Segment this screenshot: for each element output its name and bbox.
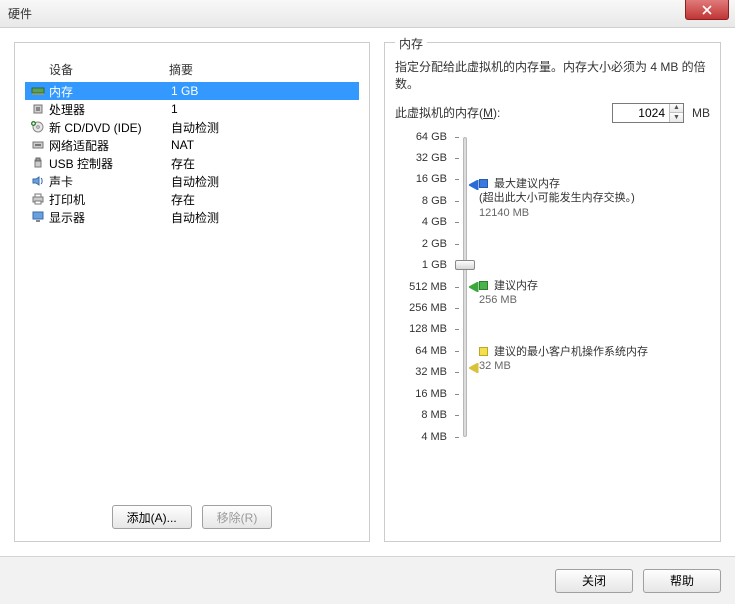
device-row[interactable]: 声卡自动检测 (25, 172, 359, 190)
slider-tick: 512 MB (409, 281, 451, 293)
legend-min: 建议的最小客户机操作系统内存32 MB (479, 345, 648, 375)
sound-icon (29, 173, 47, 189)
device-summary: 自动检测 (171, 209, 219, 226)
help-button[interactable]: 帮助 (643, 569, 721, 593)
slider-marker-max (469, 180, 479, 190)
slider-tick: 2 GB (422, 238, 451, 250)
window-title: 硬件 (8, 5, 32, 22)
device-row[interactable]: 内存1 GB (25, 82, 359, 100)
slider-thumb[interactable] (455, 260, 475, 270)
header-summary: 摘要 (169, 61, 193, 78)
device-name: 显示器 (47, 209, 171, 226)
legend-rec: 建议内存256 MB (479, 279, 538, 309)
device-summary: 1 (171, 102, 178, 116)
slider-tick: 32 GB (416, 152, 451, 164)
device-row[interactable]: 新 CD/DVD (IDE)自动检测 (25, 118, 359, 136)
device-name: 打印机 (47, 191, 171, 208)
slider-tick: 8 MB (421, 409, 451, 421)
memory-slider[interactable] (451, 137, 479, 437)
memory-panel: 内存 指定分配给此虚拟机的内存量。内存大小必须为 4 MB 的倍数。 此虚拟机的… (384, 42, 721, 542)
add-button[interactable]: 添加(A)... (112, 505, 192, 529)
device-summary: 存在 (171, 191, 195, 208)
slider-ticks: 64 GB32 GB16 GB8 GB4 GB2 GB1 GB512 MB256… (395, 137, 451, 437)
slider-tick: 8 GB (422, 195, 451, 207)
usb-icon (29, 155, 47, 171)
memory-spinner[interactable]: ▲ ▼ (612, 103, 684, 123)
device-row[interactable]: 显示器自动检测 (25, 208, 359, 226)
memory-input[interactable] (613, 104, 669, 122)
display-icon (29, 209, 47, 225)
printer-icon (29, 191, 47, 207)
legend-max: 最大建议内存(超出此大小可能发生内存交换。)12140 MB (479, 177, 635, 222)
device-summary: 1 GB (171, 84, 198, 98)
memory-panel-title: 内存 (395, 35, 427, 52)
slider-tick: 4 MB (421, 431, 451, 443)
device-summary: NAT (171, 138, 194, 152)
slider-tick: 16 MB (415, 388, 451, 400)
slider-legend: 最大建议内存(超出此大小可能发生内存交换。)12140 MB 建议内存256 MB… (479, 137, 659, 437)
memory-input-label: 此虚拟机的内存(M): (395, 104, 500, 121)
network-icon (29, 137, 47, 153)
device-name: 网络适配器 (47, 137, 171, 154)
titlebar: 硬件 (0, 0, 735, 28)
device-list[interactable]: 内存1 GB处理器1新 CD/DVD (IDE)自动检测网络适配器NATUSB … (25, 82, 359, 499)
cd-icon (29, 119, 47, 135)
memory-description: 指定分配给此虚拟机的内存量。内存大小必须为 4 MB 的倍数。 (395, 59, 710, 93)
slider-tick: 4 GB (422, 216, 451, 228)
slider-tick: 1 GB (422, 259, 451, 271)
device-row[interactable]: USB 控制器存在 (25, 154, 359, 172)
device-row[interactable]: 网络适配器NAT (25, 136, 359, 154)
device-name: 新 CD/DVD (IDE) (47, 119, 171, 136)
slider-tick: 32 MB (415, 366, 451, 378)
device-name: 声卡 (47, 173, 171, 190)
slider-marker-rec (469, 282, 479, 292)
slider-marker-min (469, 363, 479, 373)
slider-tick: 64 GB (416, 131, 451, 143)
memory-unit: MB (692, 106, 710, 120)
device-name: 内存 (47, 83, 171, 100)
device-name: 处理器 (47, 101, 171, 118)
spinner-up-icon[interactable]: ▲ (670, 104, 683, 114)
device-row[interactable]: 打印机存在 (25, 190, 359, 208)
device-list-header: 设备 摘要 (25, 59, 359, 82)
device-summary: 自动检测 (171, 173, 219, 190)
slider-tick: 256 MB (409, 302, 451, 314)
dialog-footer: 关闭 帮助 (0, 556, 735, 604)
device-summary: 存在 (171, 155, 195, 172)
device-summary: 自动检测 (171, 119, 219, 136)
device-row[interactable]: 处理器1 (25, 100, 359, 118)
close-icon[interactable] (685, 0, 729, 20)
header-device: 设备 (49, 61, 169, 78)
slider-tick: 64 MB (415, 345, 451, 357)
slider-tick: 16 GB (416, 173, 451, 185)
hardware-list-panel: 设备 摘要 内存1 GB处理器1新 CD/DVD (IDE)自动检测网络适配器N… (14, 42, 370, 542)
cpu-icon (29, 101, 47, 117)
spinner-down-icon[interactable]: ▼ (670, 113, 683, 122)
memory-icon (29, 83, 47, 99)
slider-tick: 128 MB (409, 323, 451, 335)
device-name: USB 控制器 (47, 155, 171, 172)
remove-button[interactable]: 移除(R) (202, 505, 273, 529)
close-button[interactable]: 关闭 (555, 569, 633, 593)
